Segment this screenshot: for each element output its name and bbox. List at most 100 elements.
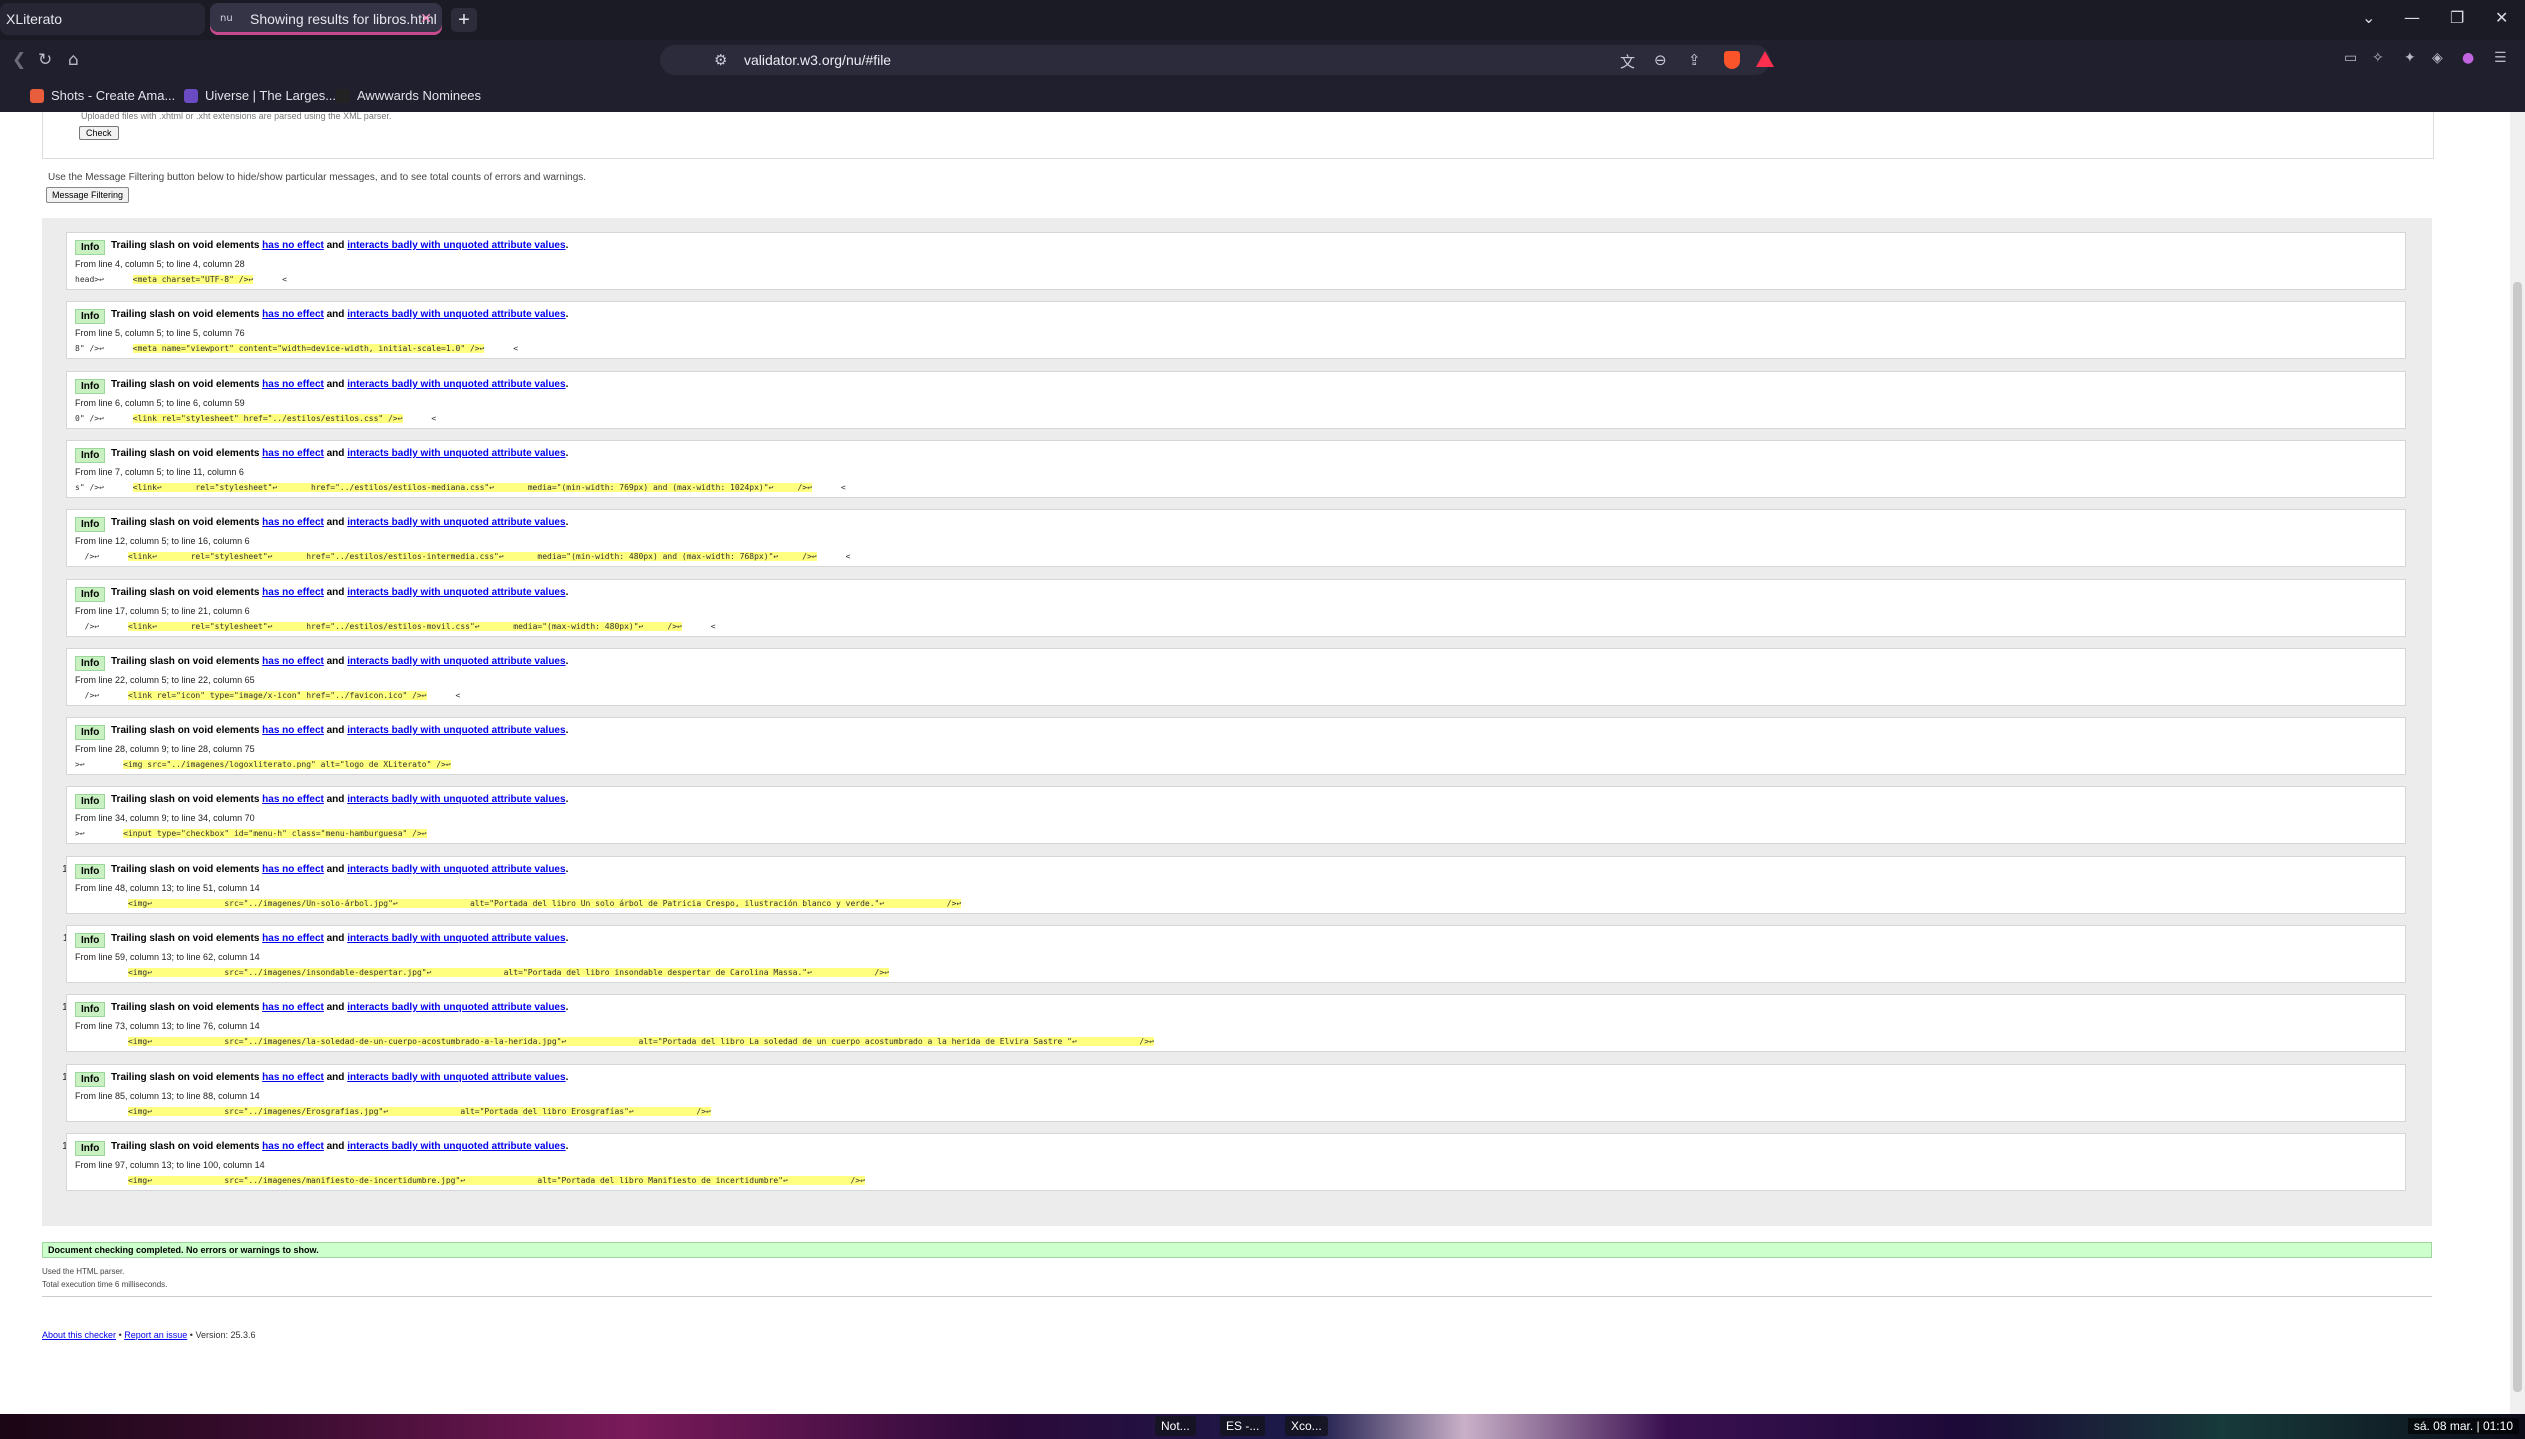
back-icon[interactable]: ❮	[12, 50, 26, 70]
tab-close-icon[interactable]: ✕	[420, 10, 432, 27]
has-no-effect-link[interactable]: has no effect	[262, 309, 324, 320]
bookmark-awwwards[interactable]: Awwwards Nominees	[336, 88, 481, 103]
has-no-effect-link[interactable]: has no effect	[262, 725, 324, 736]
source-extract: <img↩ src="../imagenes/Erosgrafias.jpg"↩…	[75, 1107, 711, 1116]
message-location: From line 48, column 13; to line 51, col…	[75, 883, 260, 893]
version-text: • Version: 25.3.6	[189, 1330, 256, 1340]
shots-icon	[30, 88, 44, 103]
unquoted-attributes-link[interactable]: interacts badly with unquoted attribute …	[347, 725, 565, 736]
message-lead: Trailing slash on void elements	[111, 309, 260, 320]
tab-label: XLiterato	[6, 11, 63, 27]
new-tab-button[interactable]: +	[451, 8, 477, 32]
zoom-icon[interactable]: ⊖	[1654, 51, 1667, 69]
bookmark-shots[interactable]: Shots - Create Ama...	[30, 88, 175, 103]
extract-highlight: <link↩ rel="stylesheet"↩ href="../estilo…	[127, 552, 817, 561]
page-content: Uploaded files with .xhtml or .xht exten…	[0, 112, 2510, 1414]
has-no-effect-link[interactable]: has no effect	[262, 1072, 324, 1083]
file-upload-fieldset: Uploaded files with .xhtml or .xht exten…	[42, 112, 2434, 159]
has-no-effect-link[interactable]: has no effect	[262, 933, 324, 944]
unquoted-attributes-link[interactable]: interacts badly with unquoted attribute …	[347, 794, 565, 805]
message-filtering-button[interactable]: Message Filtering	[46, 187, 130, 203]
about-link[interactable]: About this checker	[42, 1330, 116, 1340]
unquoted-attributes-link[interactable]: interacts badly with unquoted attribute …	[347, 933, 565, 944]
unquoted-attributes-link[interactable]: interacts badly with unquoted attribute …	[347, 448, 565, 459]
extract-highlight: <meta name="viewport" content="width=dev…	[132, 344, 485, 353]
translate-icon[interactable]: 文	[1620, 51, 1635, 72]
nu-favicon-icon: nu	[220, 13, 233, 24]
report-issue-link[interactable]: Report an issue	[124, 1330, 187, 1340]
has-no-effect-link[interactable]: has no effect	[262, 1141, 324, 1152]
message-and: and	[326, 725, 345, 736]
tab-xliterato[interactable]: XLiterato	[0, 3, 205, 35]
message-location: From line 7, column 5; to line 11, colum…	[75, 467, 244, 477]
taskbar: Not... ES -... Xco... sá. 08 mar. | 01:1…	[0, 1414, 2525, 1439]
reload-icon[interactable]: ↻	[38, 50, 52, 70]
tab-list-icon[interactable]: ⌄	[2362, 8, 2375, 27]
unquoted-attributes-link[interactable]: interacts badly with unquoted attribute …	[347, 1141, 565, 1152]
extract-before: 0" />↩	[75, 414, 133, 423]
message-title: Trailing slash on void elements has no e…	[111, 240, 568, 251]
unquoted-attributes-link[interactable]: interacts badly with unquoted attribute …	[347, 864, 565, 875]
has-no-effect-link[interactable]: has no effect	[262, 656, 324, 667]
info-badge: Info	[75, 517, 106, 532]
unquoted-attributes-link[interactable]: interacts badly with unquoted attribute …	[347, 656, 565, 667]
unquoted-attributes-link[interactable]: interacts badly with unquoted attribute …	[347, 240, 565, 251]
has-no-effect-link[interactable]: has no effect	[262, 864, 324, 875]
extensions-icon[interactable]: ✧	[2372, 50, 2384, 66]
extract-after: <	[681, 622, 716, 631]
extract-highlight: <meta charset="UTF-8" />↩	[132, 275, 254, 284]
vpn-icon[interactable]: ◈	[2432, 50, 2443, 66]
message-period: .	[565, 794, 569, 805]
task-notion[interactable]: Not...	[1155, 1416, 1196, 1436]
tab-validator-results[interactable]: nu Showing results for libros.html ✕	[210, 3, 442, 35]
has-no-effect-link[interactable]: has no effect	[262, 240, 324, 251]
source-extract: />↩ <link↩ rel="stylesheet"↩ href="../es…	[75, 622, 716, 631]
sidebar-icon[interactable]: ▭	[2344, 50, 2357, 66]
minimize-button[interactable]: —	[2404, 8, 2420, 27]
brave-shields-icon[interactable]	[1724, 51, 1740, 69]
bookmark-uiverse[interactable]: Uiverse | The Larges...	[184, 88, 336, 103]
task-xco[interactable]: Xco...	[1285, 1416, 1328, 1436]
message-lead: Trailing slash on void elements	[111, 864, 260, 875]
has-no-effect-link[interactable]: has no effect	[262, 794, 324, 805]
task-es[interactable]: ES -...	[1220, 1416, 1266, 1436]
has-no-effect-link[interactable]: has no effect	[262, 517, 324, 528]
brave-rewards-icon[interactable]	[1756, 51, 1774, 67]
check-button[interactable]: Check	[79, 126, 119, 140]
has-no-effect-link[interactable]: has no effect	[262, 379, 324, 390]
unquoted-attributes-link[interactable]: interacts badly with unquoted attribute …	[347, 587, 565, 598]
navigation-bar: ❮ ↻ ⌂ ⊡ ⚙ validator.w3.org/nu/#file 文 ⊖ …	[0, 40, 2525, 80]
unquoted-attributes-link[interactable]: interacts badly with unquoted attribute …	[347, 379, 565, 390]
has-no-effect-link[interactable]: has no effect	[262, 448, 324, 459]
info-badge: Info	[75, 309, 106, 324]
has-no-effect-link[interactable]: has no effect	[262, 587, 324, 598]
url-text[interactable]: validator.w3.org/nu/#file	[744, 52, 891, 68]
message-period: .	[565, 656, 569, 667]
message-and: and	[326, 379, 345, 390]
extract-before	[75, 968, 128, 977]
message-lead: Trailing slash on void elements	[111, 725, 260, 736]
unquoted-attributes-link[interactable]: interacts badly with unquoted attribute …	[347, 517, 565, 528]
page-scrollbar[interactable]	[2510, 112, 2525, 1414]
site-info-icon[interactable]: ⚙	[714, 51, 727, 69]
scroll-thumb[interactable]	[2513, 282, 2522, 1392]
address-bar[interactable]: ⚙ validator.w3.org/nu/#file 文 ⊖ ⇪	[660, 45, 1774, 75]
profile-icon[interactable]: ●	[2462, 50, 2474, 66]
message-item: Info Trailing slash on void elements has …	[66, 856, 2406, 914]
message-lead: Trailing slash on void elements	[111, 448, 260, 459]
share-icon[interactable]: ⇪	[1688, 51, 1701, 69]
unquoted-attributes-link[interactable]: interacts badly with unquoted attribute …	[347, 1002, 565, 1013]
message-and: and	[326, 656, 345, 667]
leo-icon[interactable]: ✦	[2404, 50, 2416, 66]
info-badge: Info	[75, 933, 106, 948]
message-location: From line 97, column 13; to line 100, co…	[75, 1160, 265, 1170]
restore-button[interactable]: ❐	[2450, 8, 2464, 27]
unquoted-attributes-link[interactable]: interacts badly with unquoted attribute …	[347, 309, 565, 320]
close-window-button[interactable]: ✕	[2495, 8, 2508, 27]
has-no-effect-link[interactable]: has no effect	[262, 1002, 324, 1013]
message-location: From line 85, column 13; to line 88, col…	[75, 1091, 260, 1101]
menu-icon[interactable]: ☰	[2494, 50, 2507, 66]
home-icon[interactable]: ⌂	[68, 50, 79, 70]
message-and: and	[326, 240, 345, 251]
unquoted-attributes-link[interactable]: interacts badly with unquoted attribute …	[347, 1072, 565, 1083]
